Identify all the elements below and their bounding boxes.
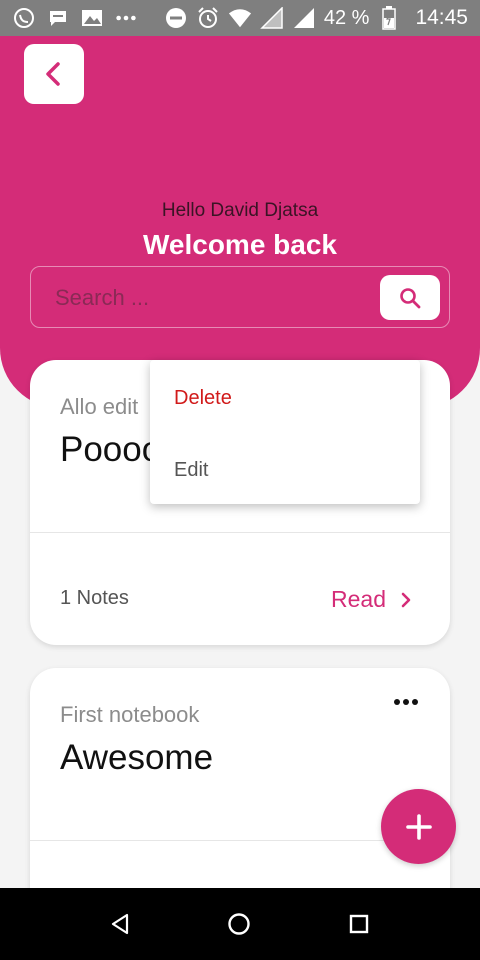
search-button[interactable] [380, 275, 440, 320]
search-box [30, 266, 450, 328]
nav-recent-apps-button[interactable] [343, 908, 375, 940]
greeting-text: Hello David Djatsa [161, 200, 319, 221]
more-dots-icon [394, 699, 400, 705]
system-icons: 42 % 14:45 [164, 6, 468, 30]
add-notebook-button[interactable] [381, 789, 456, 864]
whatsapp-icon [12, 6, 36, 30]
clock: 14:45 [415, 6, 468, 29]
signal-icon [260, 6, 284, 30]
notes-count: 1 Notes [60, 587, 129, 609]
nav-home-button[interactable] [223, 908, 255, 940]
header: Hello David Djatsa Welcome back [0, 36, 480, 408]
welcome-title: Welcome back [142, 229, 338, 260]
menu-item-edit[interactable]: Edit [174, 459, 208, 482]
chevron-right-icon [401, 592, 411, 607]
context-menu: Delete Edit [150, 360, 420, 504]
message-icon [46, 6, 70, 30]
chevron-left-icon [46, 62, 60, 86]
notebook-subtitle: Allo edit [60, 394, 139, 419]
menu-item-delete[interactable]: Delete [174, 387, 232, 410]
read-label: Read [331, 586, 386, 612]
notebook-title: Poooo [60, 430, 162, 469]
battery-icon [377, 6, 401, 30]
nav-back-button[interactable] [104, 908, 136, 940]
more-notifications-icon [114, 6, 138, 30]
back-button[interactable] [24, 44, 84, 104]
back-triangle-icon [111, 913, 129, 935]
search-input[interactable] [55, 283, 355, 313]
more-dots-icon [403, 699, 409, 705]
recent-apps-icon [349, 914, 369, 934]
home-circle-icon [228, 913, 250, 935]
status-bar: 42 % 14:45 [0, 0, 480, 36]
more-options-button[interactable] [390, 692, 422, 712]
alarm-icon [196, 6, 220, 30]
notebooks-screen: 42 % 14:45 Hello David Djatsa Welcome ba… [0, 0, 480, 960]
notebook-subtitle: First notebook [60, 702, 200, 727]
battery-percent: 42 % [323, 6, 370, 29]
notebook-title: Awesome [60, 738, 214, 777]
search-icon [400, 287, 421, 308]
read-button[interactable]: Read [331, 586, 412, 613]
notification-icons [12, 6, 138, 30]
navigation-bar [0, 888, 480, 960]
signal-full-icon [292, 6, 316, 30]
do-not-disturb-icon [164, 6, 188, 30]
more-dots-icon [412, 699, 418, 705]
plus-icon [405, 813, 432, 840]
card-divider [30, 532, 450, 533]
wifi-icon [228, 6, 252, 30]
gallery-icon [80, 6, 104, 30]
